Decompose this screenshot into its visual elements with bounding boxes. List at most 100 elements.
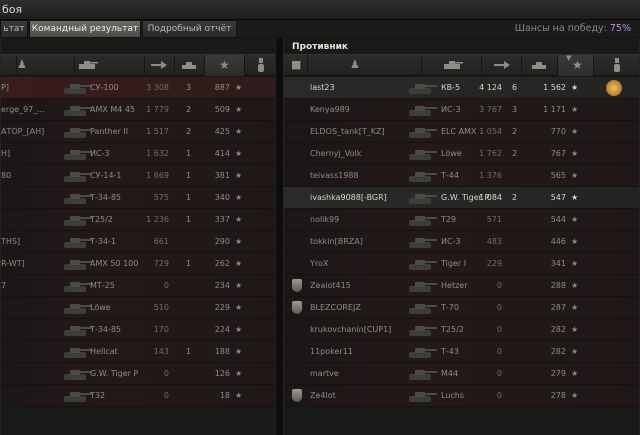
table-row[interactable]: nolik99 T29 571 544 ★ [284, 209, 639, 231]
tank-icon [409, 370, 437, 380]
tab-detailed-report[interactable]: Подробный отчёт [142, 20, 237, 37]
player-name: P] [1, 83, 9, 92]
col-player-header[interactable]: ♟ [17, 55, 75, 76]
tank-icon [64, 282, 92, 292]
damage-value: 0 [496, 391, 502, 400]
window-title: боя [2, 3, 23, 16]
player-name: Chernyj_Volk [310, 149, 362, 158]
xp-value: 234 [214, 281, 230, 290]
xp-value: 341 [550, 259, 566, 268]
damage-value: 1 762 [479, 149, 502, 158]
table-row[interactable]: YroX Tiger I 229 341 ★ [284, 253, 639, 275]
own-team-panel: ♟ ★ P] СУ-100 3 308 3 887 ★ erge_97_... AMX M4 … [0, 38, 276, 435]
col-xp-header[interactable]: ★ [205, 55, 245, 76]
col-player-header[interactable]: ♟ [308, 55, 422, 76]
tank-icon [64, 304, 92, 314]
table-row[interactable]: tokkin[BRZA] ИС-3 483 446 ★ [284, 231, 639, 253]
table-row[interactable]: ELDOS_tank[T_KZ] ELC AMX 1 054 2 770 ★ [284, 121, 639, 143]
table-row[interactable]: Kenya989 ИС-3 3 767 3 1 171 ★ [284, 99, 639, 121]
tank-icon [409, 172, 437, 182]
xp-value: 126 [214, 369, 230, 378]
col-vehicle-header[interactable] [75, 55, 145, 76]
damage-value: 729 [153, 259, 169, 268]
window-title-bar: боя [0, 0, 640, 20]
col-kills-header[interactable] [522, 55, 558, 76]
table-row[interactable]: G.W. Tiger P 0 126 ★ [1, 363, 275, 385]
xp-value: 1 171 [543, 105, 566, 114]
table-row[interactable]: ivashka9088[-BGR] G.W. Tiger P1 084 2 547 ★ [284, 187, 639, 209]
table-row[interactable]: H] ИС-3 1 632 1 414 ★ [1, 143, 275, 165]
tab-team-result[interactable]: Командный результат [29, 20, 141, 37]
col-medals-header[interactable] [245, 55, 277, 76]
vehicle-name: AMX 50 100 [90, 259, 139, 268]
tank-icon [444, 61, 463, 69]
tab-personal-result[interactable]: ьтат [0, 20, 28, 37]
tank-icon [64, 238, 92, 248]
table-row[interactable]: Löwe 510 229 ★ [1, 297, 275, 319]
col-vehicle-header[interactable] [422, 55, 482, 76]
table-row[interactable]: 80 СУ-14-1 1 669 1 381 ★ [1, 165, 275, 187]
player-name: Kenya989 [310, 105, 350, 114]
col-xp-header[interactable]: ▼ ★ [558, 54, 594, 76]
tank-icon [409, 260, 437, 270]
table-row[interactable]: erge_97_... AMX M4 45 1 779 2 509 ★ [1, 99, 275, 121]
damage-value: 1 779 [146, 105, 169, 114]
vehicle-name: Panther II [90, 127, 129, 136]
vehicle-name: T25/2 [90, 215, 113, 224]
table-row[interactable]: Т-34-85 170 224 ★ [1, 319, 275, 341]
damage-value: 0 [163, 391, 169, 400]
xp-value: 337 [214, 215, 230, 224]
col-medal-header[interactable] [1, 55, 17, 76]
table-row[interactable]: Hellcat 143 1 188 ★ [1, 341, 275, 363]
xp-value: 282 [550, 325, 566, 334]
tank-icon [64, 348, 92, 358]
vehicle-name: Т-70 [441, 303, 459, 312]
col-clan-header[interactable]: ■ [284, 55, 308, 76]
table-row[interactable]: R-WT] AMX 50 100 729 1 262 ★ [1, 253, 275, 275]
table-row[interactable]: teivass1988 Т-44 1 376 565 ★ [284, 165, 639, 187]
damage-value: 0 [496, 303, 502, 312]
table-row[interactable]: T25/2 1 236 1 337 ★ [1, 209, 275, 231]
table-row[interactable]: P] СУ-100 3 308 3 887 ★ [1, 77, 275, 99]
tank-icon [79, 61, 98, 69]
table-row[interactable]: last23 КВ-5 4 124 6 1 562 ★ [284, 77, 639, 99]
tank-icon [409, 348, 437, 358]
table-row[interactable]: 11poker11 Т-43 0 282 ★ [284, 341, 639, 363]
vehicle-name: МТ-25 [90, 281, 115, 290]
star-icon: ★ [571, 347, 579, 356]
player-name: АТОР_[AH] [1, 127, 45, 136]
col-damage-header[interactable] [482, 55, 522, 76]
medal-icon [606, 80, 622, 96]
vehicle-name: СУ-14-1 [90, 171, 122, 180]
table-row[interactable]: krukovchanin[CUP1] T25/2 0 282 ★ [284, 319, 639, 341]
tank-icon [64, 326, 92, 336]
player-name: last23 [310, 83, 335, 92]
table-row[interactable]: Zealot415 Hetzer 0 288 ★ [284, 275, 639, 297]
kills-value: 1 [186, 347, 192, 356]
col-damage-header[interactable] [145, 55, 175, 76]
vehicle-name: T29 [441, 215, 457, 224]
table-row[interactable]: АТОР_[AH] Panther II 1 517 2 425 ★ [1, 121, 275, 143]
table-row[interactable]: 7 МТ-25 0 234 ★ [1, 275, 275, 297]
table-row[interactable]: BLEZCOREJZ Т-70 0 287 ★ [284, 297, 639, 319]
kills-icon [532, 62, 546, 69]
win-chance-label: Шансы на победу: [514, 23, 607, 34]
tank-icon [64, 128, 92, 138]
damage-value: 1 054 [479, 127, 502, 136]
kills-value: 3 [186, 83, 192, 92]
xp-value: 188 [214, 347, 230, 356]
table-row[interactable]: martve M44 0 279 ★ [284, 363, 639, 385]
damage-value: 143 [153, 347, 169, 356]
table-row[interactable]: Ze4lot Luchs 0 278 ★ [284, 385, 639, 407]
star-icon: ★ [235, 259, 243, 268]
table-row[interactable]: THS] Т-34-1 661 290 ★ [1, 231, 275, 253]
col-medals-header[interactable] [594, 55, 640, 76]
vehicle-name: ИС-3 [90, 149, 110, 158]
damage-icon [494, 61, 510, 69]
table-row[interactable]: Т-34-85 575 1 340 ★ [1, 187, 275, 209]
col-kills-header[interactable] [175, 55, 205, 76]
kills-value: 2 [186, 105, 192, 114]
table-row[interactable]: T32 0 18 ★ [1, 385, 275, 407]
table-row[interactable]: Chernyj_Volk Löwe 1 762 2 767 ★ [284, 143, 639, 165]
player-icon: ♟ [17, 58, 27, 71]
